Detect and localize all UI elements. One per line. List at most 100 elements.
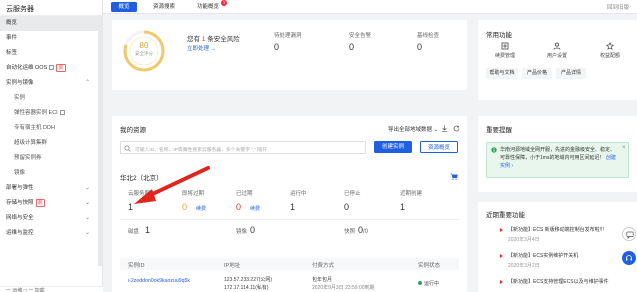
sidebar-item[interactable]: 网络与安全 ⌄: [0, 211, 102, 226]
sidebar-scrollbar[interactable]: [98, 16, 102, 266]
resource-overview-button[interactable]: 资源概览: [420, 141, 458, 153]
sidebar-item[interactable]: 实例与镜像 ⌃: [0, 76, 102, 91]
sidebar-item[interactable]: 预留实例券: [0, 151, 102, 166]
sidebar-item[interactable]: 概览: [0, 16, 102, 31]
news-item-1-date: 2020年3月4日: [508, 237, 540, 243]
running-status-dot: [418, 281, 422, 285]
chat-fab[interactable]: [622, 227, 636, 241]
user-settings-label: 用户设置: [546, 53, 567, 59]
baseline-label: 基线检查: [417, 33, 440, 39]
expired-count[interactable]: 0: [236, 202, 241, 212]
news-item-3-title[interactable]: 【新功能】ECS支持管理ECS以及与维护事件: [508, 278, 609, 285]
news-bullet-icon: [500, 280, 503, 284]
instance-private-ip: 172.17.114.11(私有): [224, 285, 269, 291]
recently-created-count[interactable]: 1: [400, 202, 405, 212]
renew-management-item[interactable]: 续费管理: [490, 42, 520, 59]
sidebar-item[interactable]: 实例: [0, 91, 102, 106]
chevron-down-icon: ⌄: [84, 215, 90, 221]
sidebar-footer: 一 运维 □ 一 加载: [0, 286, 103, 292]
security-card: 80 安全评分 您有 1 条安全风险 立即处理 → 待处理漏洞 0 安全告警 0…: [112, 20, 467, 90]
snapshot-total: /0: [363, 229, 369, 235]
security-score: 80: [139, 41, 149, 50]
expired-label: 已过期: [236, 191, 253, 197]
export-region-label: 导出全部地域数据: [388, 127, 433, 133]
pricing-link[interactable]: 产品价格: [522, 68, 552, 79]
sidebar-item-label: 弹性容器实例 ECI: [14, 110, 58, 116]
my-resources-title: 我的资源: [120, 127, 146, 134]
notice-body: 华南河源地域全网开服，先进的金融级安全、稳定、可靠性保障，小于1ms的地域内可用…: [500, 147, 616, 161]
col-ip: IP地址: [224, 263, 241, 269]
renew-icon: [501, 42, 509, 50]
sidebar-item[interactable]: 专有宿主机 DDH: [0, 121, 102, 136]
chevron-up-icon: ⌃: [84, 80, 90, 86]
sidebar-item[interactable]: 超级计算集群: [0, 136, 102, 151]
renew-management-label: 续费管理: [494, 53, 515, 59]
chat-icon: [626, 231, 634, 239]
news-item-2-date: 2020年3月2日: [508, 263, 540, 269]
user-settings-item[interactable]: 用户设置: [542, 42, 572, 59]
help-fab[interactable]: [622, 251, 636, 265]
col-instance-id: 实例ID: [128, 263, 145, 269]
cart-icon[interactable]: [450, 173, 458, 180]
vuln-label: 待处理漏洞: [274, 33, 302, 39]
export-region-data[interactable]: 导出全部地域数据 ⌄: [388, 125, 438, 133]
image-label: 镜像: [236, 229, 248, 235]
sidebar-item-label: 实例: [14, 95, 26, 101]
top-tab-bar: 概览 资源搜索 功能概览 3 回到旧版: [103, 0, 637, 14]
recent-features-title: 近期重要功能: [486, 212, 525, 219]
headset-icon: [626, 255, 632, 261]
sidebar-item-label: 超级计算集群: [14, 140, 48, 146]
disk-count[interactable]: 1: [145, 225, 150, 235]
help-docs-link[interactable]: 帮助与文档: [486, 68, 518, 79]
instance-id-link[interactable]: i-2zeddon0ok9kaozuu9q5k: [128, 278, 190, 284]
quota-item[interactable]: 权益配额: [594, 41, 626, 59]
sidebar-item-label: 部署与弹性: [6, 185, 34, 191]
vuln-count[interactable]: 0: [274, 42, 279, 52]
stopped-count[interactable]: 0: [344, 202, 349, 212]
product-details-link[interactable]: 产品详情: [556, 68, 586, 79]
disk-label: 磁盘: [128, 229, 140, 235]
sidebar-item[interactable]: 存储与快照新 ⌄: [0, 196, 102, 211]
close-icon[interactable]: ×: [622, 145, 626, 151]
new-tag: 新: [56, 63, 66, 72]
sidebar-title: 云服务器: [0, 0, 102, 16]
quota-icon: [605, 41, 615, 50]
alert-count[interactable]: 0: [349, 42, 354, 52]
back-to-old-version-link[interactable]: 回到旧版: [607, 3, 629, 11]
instance-public-ip: 123.57.233.227(公网): [224, 277, 273, 283]
download-icon[interactable]: [441, 125, 448, 132]
running-count[interactable]: 1: [290, 202, 295, 212]
sidebar-item[interactable]: 自动化运维 OOS 新: [0, 61, 102, 76]
sidebar-item[interactable]: 标签: [0, 46, 102, 61]
search-icon: [124, 145, 131, 152]
alert-label: 安全告警: [349, 33, 372, 39]
snapshot-count[interactable]: 0/0: [358, 225, 368, 235]
sidebar-item[interactable]: 运维与监控 ⌄: [0, 226, 102, 241]
create-instance-button[interactable]: 创建实例: [374, 141, 412, 153]
news-bullet-icon: [500, 228, 503, 232]
important-alerts-title: 重要提醒: [486, 127, 512, 134]
notification-badge: 3: [221, 0, 227, 6]
refresh-icon[interactable]: [453, 125, 460, 132]
tab-resource-search[interactable]: 资源搜索: [148, 2, 180, 12]
risk-prefix: 您有: [187, 36, 200, 43]
sidebar-item[interactable]: 弹性容器实例 ECI: [0, 106, 102, 121]
risk-count: 1: [201, 36, 206, 43]
sidebar-item[interactable]: 部署与弹性 ⌄: [0, 181, 102, 196]
tab-feature-overview[interactable]: 功能概览 3: [191, 0, 227, 12]
resource-search-input[interactable]: 可输入ID、名称、IP等属性搜索云服务器，多个关键字 "," 隔开: [120, 141, 366, 154]
sidebar-item-label: 镜像: [14, 170, 26, 176]
sidebar-item[interactable]: 镜像: [0, 166, 102, 181]
tab-overview[interactable]: 概览: [111, 2, 137, 12]
baseline-count[interactable]: 0: [417, 42, 422, 52]
notice-text: 华南河源地域全网开服，先进的金融级安全、稳定、可靠性保障，小于1ms的地域内可用…: [500, 146, 618, 170]
expired-renew-link[interactable]: 续费: [250, 205, 260, 212]
image-count[interactable]: 0: [250, 225, 255, 235]
fix-now-link[interactable]: 立即处理 →: [187, 44, 216, 52]
col-billing: 付费方式: [312, 263, 335, 269]
external-link-icon: [59, 109, 65, 115]
external-link-icon: [49, 64, 55, 70]
sidebar-item[interactable]: 事件: [0, 31, 102, 46]
news-item-2-title[interactable]: 【新功能】ECS实例维护开关机: [508, 252, 578, 259]
news-item-1-title[interactable]: 【新功能】ECS 新版移动端控制台发布啦!!!: [508, 226, 604, 233]
